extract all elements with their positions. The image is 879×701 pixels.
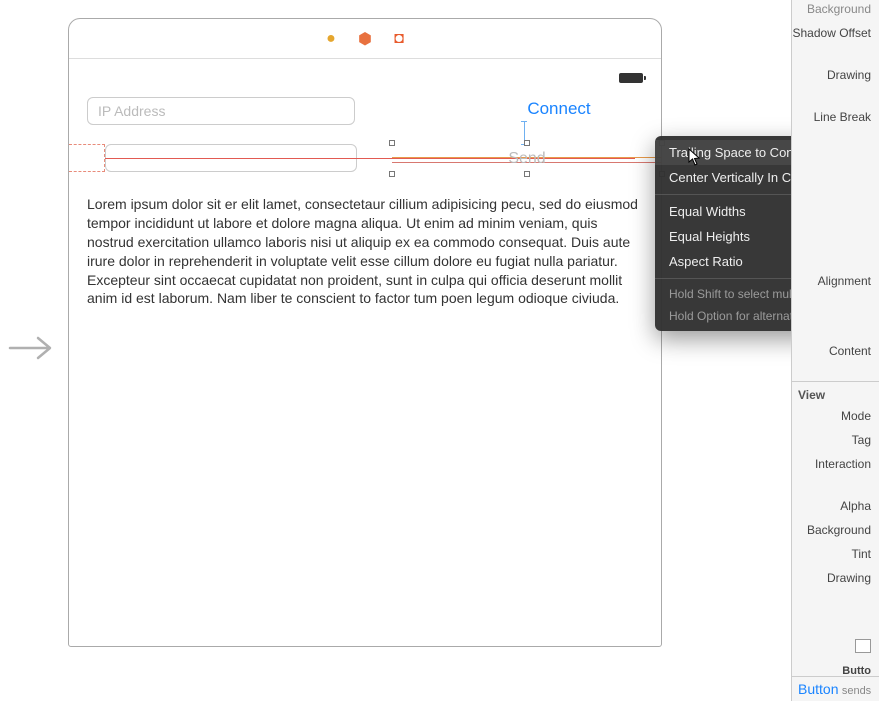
cube-icon[interactable]: ⬢	[357, 31, 373, 47]
resize-handle[interactable]	[389, 171, 395, 177]
warning-icon[interactable]: ●	[323, 31, 339, 47]
resize-handle[interactable]	[524, 140, 530, 146]
inspector-label-shadow-offset: Shadow Offset	[792, 21, 879, 45]
inspector-label-mode: Mode	[792, 404, 879, 428]
object-library-item[interactable]: Button sends	[792, 676, 879, 701]
inspector-label-interaction: Interaction	[792, 452, 879, 476]
inspector-label-background: Background	[792, 0, 879, 21]
object-subtitle: sends	[842, 685, 871, 697]
toolbar: ● ⬢ ◘	[69, 19, 661, 59]
inspector-label-alignment: Alignment	[792, 269, 879, 293]
ip-placeholder: IP Address	[98, 103, 165, 119]
inspector-label-content: Content	[792, 339, 879, 363]
arrow-icon	[8, 334, 54, 367]
inspector-label-tint: Tint	[792, 542, 879, 566]
inspector-label-alpha: Alpha	[792, 494, 879, 518]
resize-handle[interactable]	[389, 140, 395, 146]
object-name: Button	[798, 681, 838, 697]
ip-address-field[interactable]: IP Address	[87, 97, 355, 125]
send-button-selected[interactable]: Send	[392, 143, 662, 174]
inspector-label-background2: Background	[792, 518, 879, 542]
dashed-selection-icon	[69, 144, 105, 172]
inspector-label-drawing: Drawing	[792, 63, 879, 87]
interface-builder-canvas[interactable]: ● ⬢ ◘ IP Address Connect Send Lorem ipsu…	[68, 18, 662, 647]
exit-icon[interactable]: ◘	[391, 31, 407, 47]
battery-icon	[619, 73, 643, 83]
inspector-panel[interactable]: Background Shadow Offset Drawing Line Br…	[791, 0, 879, 701]
send-button-label: Send	[392, 150, 662, 168]
connect-button[interactable]: Connect	[469, 99, 649, 119]
lorem-textview[interactable]: Lorem ipsum dolor sit er elit lamet, con…	[87, 195, 645, 308]
inspector-label-drawing2: Drawing	[792, 566, 879, 590]
inspector-label-line-break: Line Break	[792, 105, 879, 129]
inspector-label-tag: Tag	[792, 428, 879, 452]
checkbox-icon[interactable]	[855, 639, 871, 653]
resize-handle[interactable]	[524, 171, 530, 177]
inspector-section-view: View	[792, 381, 879, 404]
